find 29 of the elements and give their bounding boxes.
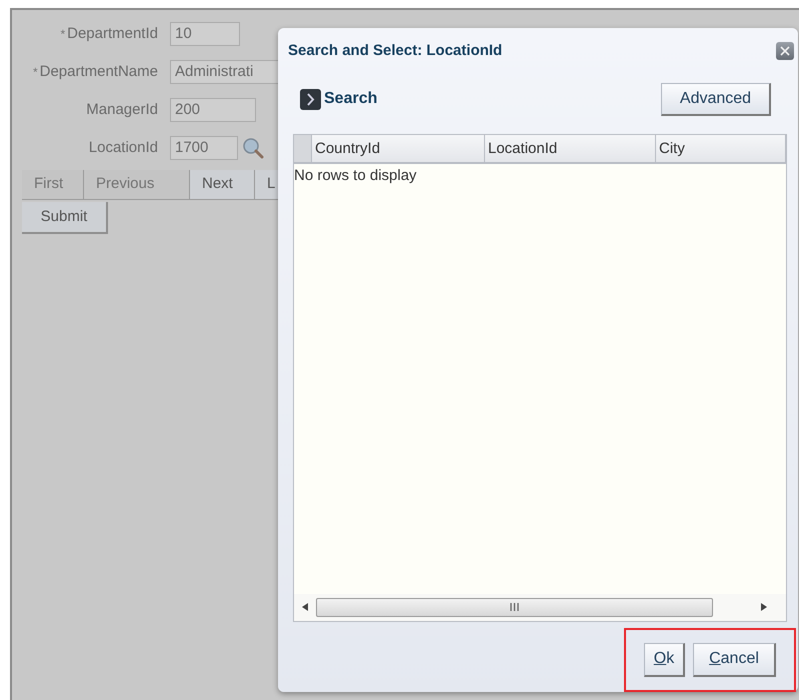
search-heading: Search [324,89,378,109]
required-mark: * [32,64,38,81]
field-label: LocationId [88,138,158,158]
input-field[interactable]: 10 [170,22,240,46]
column-header[interactable]: LocationId [485,134,656,162]
search-icon[interactable] [242,137,264,159]
field-label: DepartmentName [40,62,158,82]
input-field[interactable]: 1700 [170,136,238,160]
submit-button[interactable]: Submit [22,202,108,234]
expand-icon[interactable] [300,88,321,110]
advanced-button[interactable]: Advanced [661,82,771,116]
horizontal-scrollbar[interactable] [294,594,786,620]
required-mark: * [60,26,66,43]
input-field[interactable]: 200 [170,98,256,122]
scrollbar-thumb[interactable] [316,598,713,616]
field-label: DepartmentId [67,24,158,44]
field-label: ManagerId [86,100,158,120]
column-header[interactable]: CountryId [312,134,485,162]
dialog-title: Search and Select: LocationId [288,41,502,61]
column-header[interactable]: City [656,134,786,162]
dialog-button[interactable]: Ok [644,642,685,676]
grip-icon [510,603,519,611]
dialog-button[interactable]: Cancel [693,642,776,676]
empty-message: No rows to display [294,166,417,184]
scroll-left-icon[interactable] [302,603,308,611]
pager-button[interactable]: Next [190,170,255,200]
close-icon [780,46,790,56]
close-button[interactable] [776,42,794,60]
scroll-right-icon[interactable] [761,603,767,611]
